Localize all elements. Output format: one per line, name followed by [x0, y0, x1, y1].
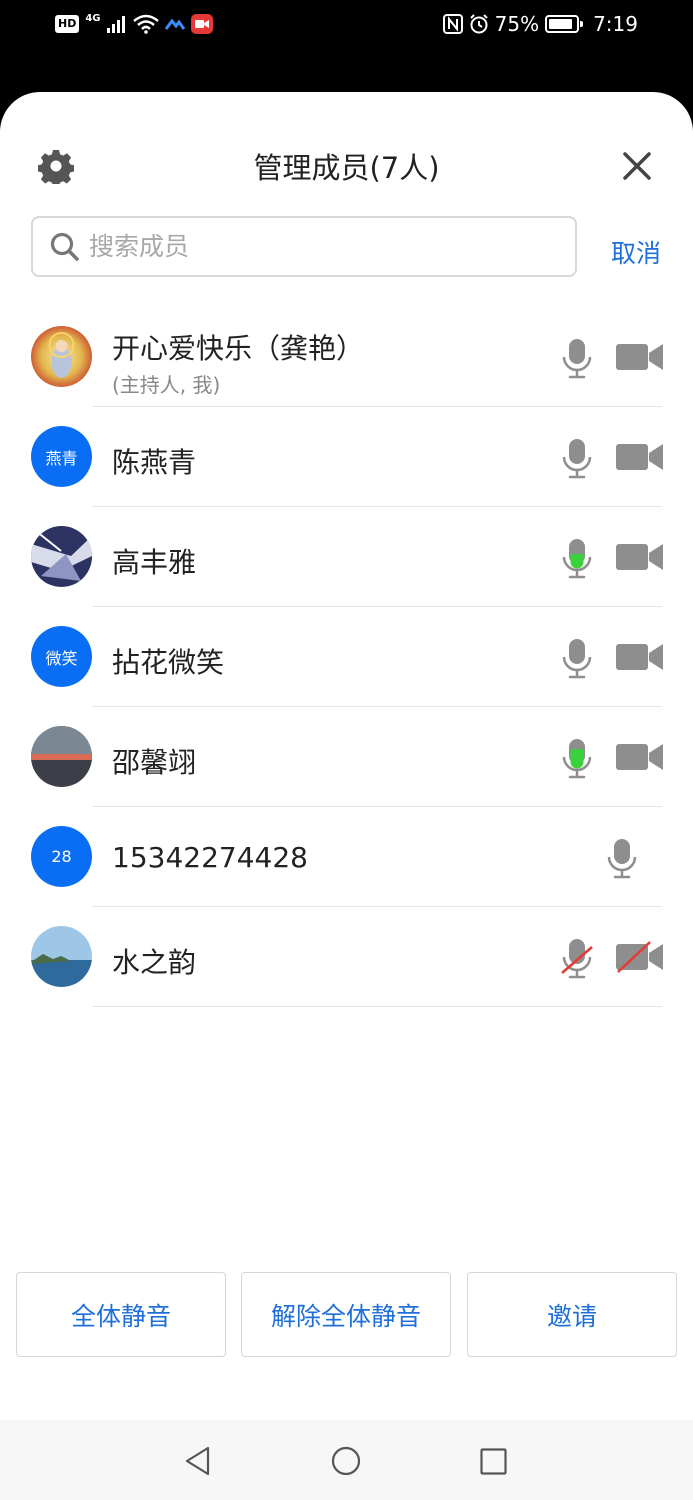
close-icon[interactable] [621, 150, 653, 182]
avatar [31, 926, 92, 987]
member-name: 高丰雅 [112, 546, 197, 579]
status-left: HD 4G [55, 12, 213, 34]
microphone-icon[interactable] [560, 737, 594, 779]
home-icon[interactable] [331, 1446, 361, 1476]
avatar [31, 726, 92, 787]
status-bar: HD 4G 75% 7:19 [0, 0, 693, 52]
manage-members-sheet: 管理成员(7人) 取消 开心爱快乐（龚艳） (主持人, [0, 92, 693, 1420]
member-role: (主持人, 我) [112, 373, 221, 397]
member-row[interactable]: 28 15342274428 [0, 807, 693, 907]
avatar: 微笑 [31, 626, 92, 687]
member-row[interactable]: 水之韵 [0, 907, 693, 1007]
avatar: 燕青 [31, 426, 92, 487]
microphone-muted-icon[interactable] [560, 937, 594, 979]
app-notification-icon [164, 18, 185, 30]
member-name: 陈燕青 [112, 446, 197, 479]
video-camera-icon[interactable] [616, 641, 664, 673]
search-box[interactable] [31, 216, 577, 277]
avatar: 28 [31, 826, 92, 887]
network-type: 4G [85, 12, 101, 24]
nfc-icon [442, 14, 463, 34]
mute-all-button[interactable]: 全体静音 [16, 1272, 226, 1357]
microphone-icon[interactable] [560, 537, 594, 579]
avatar [31, 326, 92, 387]
avatar [31, 526, 92, 587]
member-name: 15342274428 [112, 841, 308, 874]
divider [92, 1006, 662, 1007]
cancel-button[interactable]: 取消 [611, 234, 661, 270]
back-icon[interactable] [184, 1446, 212, 1476]
signal-icon [106, 16, 125, 33]
battery-percent: 75% [494, 12, 540, 36]
search-input[interactable] [89, 232, 549, 261]
recent-apps-icon[interactable] [480, 1448, 507, 1475]
microphone-icon[interactable] [560, 337, 594, 379]
microphone-icon[interactable] [560, 637, 594, 679]
invite-button[interactable]: 邀请 [467, 1272, 677, 1357]
status-right: 75% 7:19 [442, 12, 638, 36]
system-nav-bar [0, 1420, 693, 1500]
member-row[interactable]: 邵馨翊 [0, 707, 693, 807]
member-row[interactable]: 开心爱快乐（龚艳） (主持人, 我) [0, 307, 693, 407]
member-name: 邵馨翊 [112, 746, 197, 779]
member-row[interactable]: 高丰雅 [0, 507, 693, 607]
battery-icon [545, 15, 584, 33]
hd-badge: HD [55, 15, 80, 33]
member-row[interactable]: 燕青 陈燕青 [0, 407, 693, 507]
member-name: 水之韵 [112, 946, 197, 979]
alarm-icon [469, 14, 488, 34]
page-title: 管理成员(7人) [253, 151, 440, 185]
unmute-all-button[interactable]: 解除全体静音 [241, 1272, 451, 1357]
video-camera-icon[interactable] [616, 741, 664, 773]
wifi-icon [132, 14, 159, 34]
member-list: 开心爱快乐（龚艳） (主持人, 我) 燕青 陈燕青 高丰雅 微笑 拈花微笑 邵馨… [0, 307, 693, 1007]
video-camera-off-icon[interactable] [616, 941, 664, 973]
search-icon [50, 232, 79, 261]
video-camera-icon[interactable] [616, 341, 664, 373]
microphone-icon[interactable] [560, 437, 594, 479]
video-camera-icon[interactable] [616, 441, 664, 473]
clock: 7:19 [593, 12, 638, 36]
video-camera-icon[interactable] [616, 541, 664, 573]
member-name: 拈花微笑 [112, 646, 225, 679]
microphone-icon[interactable] [605, 837, 639, 879]
recording-icon [190, 14, 213, 34]
member-name: 开心爱快乐（龚艳） [112, 332, 365, 365]
member-row[interactable]: 微笑 拈花微笑 [0, 607, 693, 707]
